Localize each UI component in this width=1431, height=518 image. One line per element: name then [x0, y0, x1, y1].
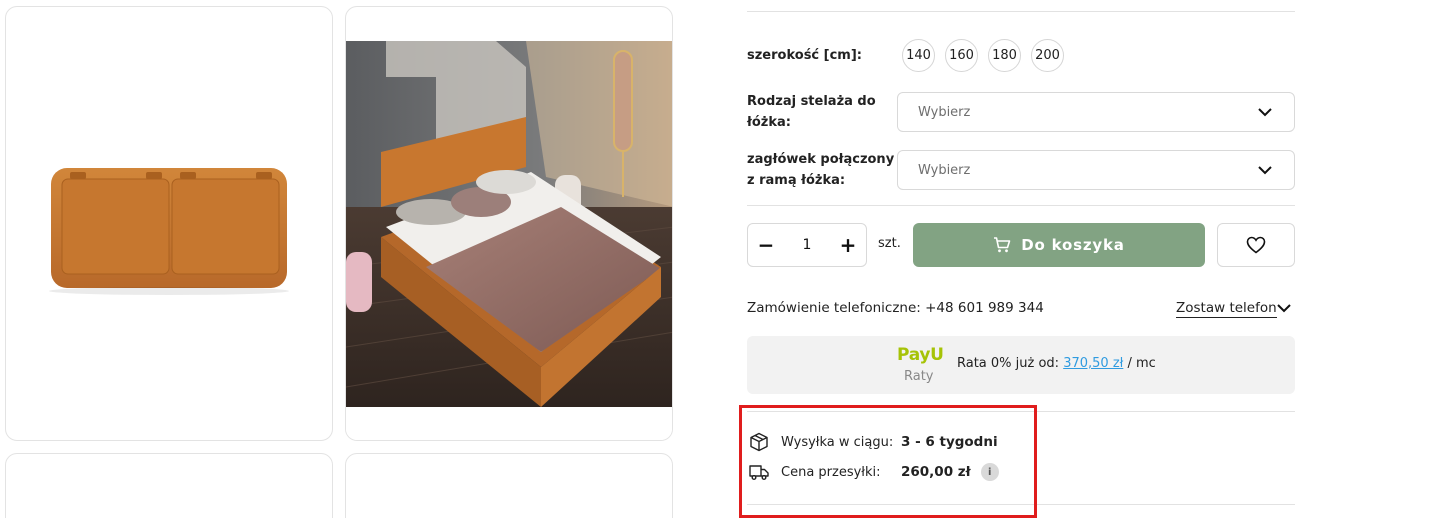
- add-to-cart-label: Do koszyka: [1021, 236, 1125, 254]
- headboard-label-line1: zagłówek połączony: [747, 152, 895, 167]
- product-image-card-4[interactable]: [345, 453, 673, 518]
- headboard-product-image: [49, 168, 289, 295]
- installment-prefix: Rata 0% już od:: [957, 356, 1064, 371]
- width-option-140[interactable]: 140: [902, 39, 935, 72]
- add-to-wishlist-button[interactable]: [1217, 223, 1295, 267]
- width-label: szerokość [cm]:: [747, 48, 862, 63]
- payu-installments-box[interactable]: PayU Raty Rata 0% już od: 370,50 zł / mc: [747, 336, 1295, 394]
- phone-order-text: Zamówienie telefoniczne: +48 601 989 344: [747, 300, 1044, 316]
- product-image-card-2[interactable]: [345, 6, 673, 441]
- decrease-quantity-button[interactable]: −: [756, 233, 776, 257]
- frame-type-label: Rodzaj stelaża do łóżka:: [747, 91, 876, 133]
- quantity-unit: szt.: [878, 236, 901, 251]
- cart-icon: [994, 237, 1011, 253]
- frame-type-select-value: Wybierz: [918, 104, 971, 120]
- product-image-card-3[interactable]: [5, 453, 333, 518]
- headboard-connection-label: zagłówek połączony z ramą łóżka:: [747, 149, 894, 191]
- chevron-down-icon: [1258, 107, 1272, 116]
- headboard-connection-select[interactable]: Wybierz: [897, 150, 1295, 190]
- width-option-160[interactable]: 160: [945, 39, 978, 72]
- installment-amount-link[interactable]: 370,50 zł: [1063, 356, 1123, 371]
- increase-quantity-button[interactable]: +: [838, 233, 858, 257]
- headboard-label-line2: z ramą łóżka:: [747, 173, 846, 188]
- headboard-select-value: Wybierz: [918, 162, 971, 178]
- chevron-down-icon: [1258, 165, 1272, 174]
- payu-raty-label: Raty: [904, 369, 934, 384]
- product-image-card-1[interactable]: [5, 6, 333, 441]
- quantity-stepper: − 1 +: [747, 223, 867, 267]
- frame-type-label-line2: łóżka:: [747, 115, 791, 130]
- quantity-value[interactable]: 1: [803, 237, 812, 253]
- chevron-down-icon[interactable]: [1276, 300, 1292, 316]
- leave-phone-link[interactable]: Zostaw telefon: [1176, 300, 1277, 318]
- frame-type-label-line1: Rodzaj stelaża do: [747, 94, 876, 109]
- payu-logo: PayU: [897, 345, 944, 365]
- highlight-box: [739, 405, 1037, 518]
- frame-type-select[interactable]: Wybierz: [897, 92, 1295, 132]
- divider: [747, 205, 1295, 206]
- width-option-200[interactable]: 200: [1031, 39, 1064, 72]
- width-option-180[interactable]: 180: [988, 39, 1021, 72]
- installment-suffix: / mc: [1123, 356, 1156, 371]
- add-to-cart-button[interactable]: Do koszyka: [913, 223, 1205, 267]
- bedroom-scene-image: [346, 41, 672, 440]
- installment-text: Rata 0% już od: 370,50 zł / mc: [957, 356, 1156, 371]
- divider: [747, 11, 1295, 12]
- heart-icon: [1246, 236, 1266, 254]
